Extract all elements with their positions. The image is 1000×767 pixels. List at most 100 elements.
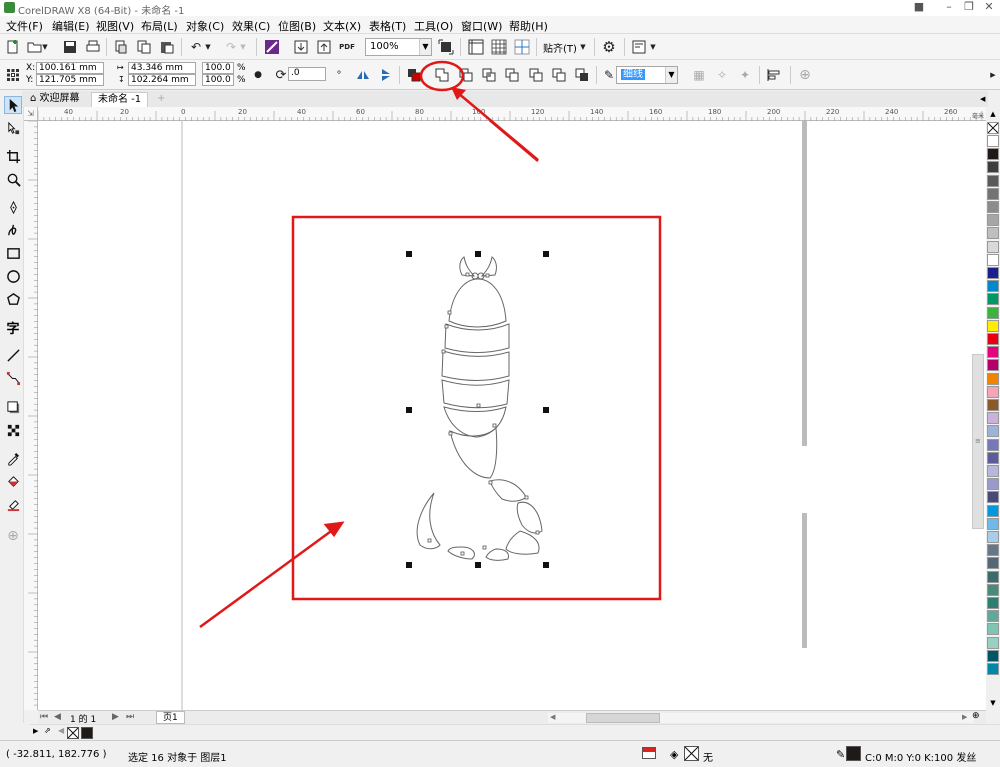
horizontal-ruler[interactable]: 40 20 0 20 40 60 80 100 120 140 160 180 … xyxy=(38,107,986,121)
palette-swatch[interactable] xyxy=(987,214,999,227)
snap-to-menu[interactable]: 贴齐(T) xyxy=(543,40,577,55)
customize-toolbox-icon[interactable]: ⊕ xyxy=(4,527,22,545)
expand-icon[interactable]: ▶ xyxy=(988,66,998,84)
palette-swatch[interactable] xyxy=(987,649,999,662)
palette-swatch[interactable] xyxy=(987,491,999,504)
ellipse-tool-icon[interactable] xyxy=(4,267,22,285)
copy-icon[interactable] xyxy=(135,38,153,56)
palette-swatch[interactable] xyxy=(987,544,999,557)
crop-tool-icon[interactable] xyxy=(4,147,22,165)
docpal-menu-icon[interactable]: ▶ xyxy=(33,727,38,735)
parallel-dimension-icon[interactable] xyxy=(4,346,22,364)
snap-dropdown-icon[interactable]: ▼ xyxy=(578,38,588,56)
palette-swatch[interactable] xyxy=(987,465,999,477)
palette-swatch[interactable] xyxy=(987,187,999,200)
palette-swatch[interactable] xyxy=(987,557,999,570)
outline-swatch[interactable] xyxy=(846,746,861,761)
drawing-canvas[interactable] xyxy=(38,121,986,710)
import-icon[interactable] xyxy=(292,38,310,56)
color-proofing-icon[interactable] xyxy=(642,747,656,759)
minimize-button[interactable]: – xyxy=(942,1,956,14)
palette-swatch[interactable] xyxy=(987,663,999,675)
full-screen-icon[interactable] xyxy=(437,38,455,56)
scorpion-drawing[interactable] xyxy=(416,256,543,561)
horizontal-scrollbar[interactable]: ◀ ▶ xyxy=(548,713,974,723)
palette-swatch[interactable] xyxy=(987,451,999,464)
zoom-tool-icon[interactable] xyxy=(4,170,22,188)
align-distribute-icon[interactable] xyxy=(765,66,783,84)
docpal-scroll-icon[interactable]: ◀ xyxy=(58,726,64,735)
palette-swatch[interactable] xyxy=(987,517,999,530)
scroll-left-icon[interactable]: ◀ xyxy=(550,713,555,721)
palette-swatch[interactable] xyxy=(987,385,999,398)
connector-tool-icon[interactable] xyxy=(4,369,22,387)
menu-object[interactable]: 对象(C) xyxy=(186,18,224,34)
menu-view[interactable]: 视图(V) xyxy=(96,18,134,34)
rotation-angle-field[interactable]: .0 xyxy=(288,67,326,81)
palette-swatch[interactable] xyxy=(987,293,999,306)
palette-swatch[interactable] xyxy=(987,174,999,187)
prev-page-icon[interactable]: ◀ xyxy=(54,712,61,722)
palette-swatch[interactable] xyxy=(987,412,999,425)
last-page-icon[interactable]: ⏭ xyxy=(126,712,134,722)
page-tab[interactable]: 页1 xyxy=(156,711,185,724)
palette-swatch[interactable] xyxy=(987,583,999,596)
object-origin-icon[interactable] xyxy=(4,66,22,84)
palette-swatch[interactable] xyxy=(987,227,999,240)
interactive-fill-icon[interactable] xyxy=(4,472,22,490)
palette-swatch[interactable] xyxy=(987,531,999,543)
palette-swatch[interactable] xyxy=(987,135,999,147)
scale-width-field[interactable]: 100.0 xyxy=(202,62,234,74)
shape-tool-icon[interactable] xyxy=(4,119,22,137)
outline-width-select[interactable]: 细线 ▼ xyxy=(616,66,678,84)
palette-swatch[interactable] xyxy=(987,372,999,385)
palette-swatch[interactable] xyxy=(987,201,999,213)
x-position-field[interactable]: 100.161 mm xyxy=(36,62,104,74)
text-tool-icon[interactable]: 字 xyxy=(4,318,22,337)
first-page-icon[interactable]: ⏮ xyxy=(40,712,48,722)
menu-layout[interactable]: 布局(L) xyxy=(141,18,178,34)
palette-swatch[interactable] xyxy=(987,346,999,359)
vertical-ruler[interactable] xyxy=(24,121,38,710)
menu-help[interactable]: 帮助(H) xyxy=(509,18,548,34)
ruler-origin-icon[interactable]: ⇲ xyxy=(24,107,38,121)
print-icon[interactable] xyxy=(84,38,102,56)
no-color-swatch[interactable] xyxy=(987,122,999,134)
palette-swatch[interactable] xyxy=(987,597,999,609)
simplify-icon[interactable] xyxy=(503,66,521,84)
palette-swatch[interactable] xyxy=(987,425,999,438)
no-color-swatch[interactable] xyxy=(67,727,79,739)
pick-tool-icon[interactable] xyxy=(4,96,22,114)
palette-swatch[interactable] xyxy=(987,333,999,345)
trim-icon[interactable] xyxy=(457,66,475,84)
palette-swatch[interactable] xyxy=(987,570,999,583)
menu-bitmap[interactable]: 位图(B) xyxy=(278,18,316,34)
palette-swatch[interactable] xyxy=(987,253,999,266)
palette-swatch[interactable] xyxy=(987,148,999,161)
palette-swatch[interactable] xyxy=(987,636,999,649)
black-swatch[interactable] xyxy=(81,727,93,739)
search-content-icon[interactable] xyxy=(263,38,281,56)
menu-effects[interactable]: 效果(C) xyxy=(232,18,270,34)
application-launcher-icon[interactable] xyxy=(630,38,648,56)
add-icon[interactable]: ⊕ xyxy=(796,66,814,84)
y-position-field[interactable]: 121.705 mm xyxy=(36,74,104,86)
menu-text[interactable]: 文本(X) xyxy=(323,18,361,34)
tab-document[interactable]: 未命名 -1 xyxy=(91,92,149,107)
palette-swatch[interactable] xyxy=(987,306,999,319)
combine-icon[interactable] xyxy=(405,66,423,84)
scroll-tabs-icon[interactable]: ◀ xyxy=(980,92,985,107)
mirror-horizontal-icon[interactable] xyxy=(354,66,372,84)
publish-pdf-icon[interactable]: PDF xyxy=(338,38,356,56)
smart-fill-icon[interactable] xyxy=(4,495,22,513)
open-dropdown-icon[interactable]: ▼ xyxy=(40,38,50,56)
cut-icon[interactable] xyxy=(112,38,130,56)
palette-swatch[interactable] xyxy=(987,438,999,451)
palette-swatch[interactable] xyxy=(987,319,999,332)
export-icon[interactable] xyxy=(315,38,333,56)
palette-scroll-up-icon[interactable]: ▲ xyxy=(986,107,1000,121)
eyedropper-icon[interactable]: ⇗ xyxy=(44,726,51,735)
palette-swatch[interactable] xyxy=(987,240,999,253)
palette-scroll-down-icon[interactable]: ▼ xyxy=(986,697,1000,709)
freehand-tool-icon[interactable] xyxy=(4,198,22,216)
